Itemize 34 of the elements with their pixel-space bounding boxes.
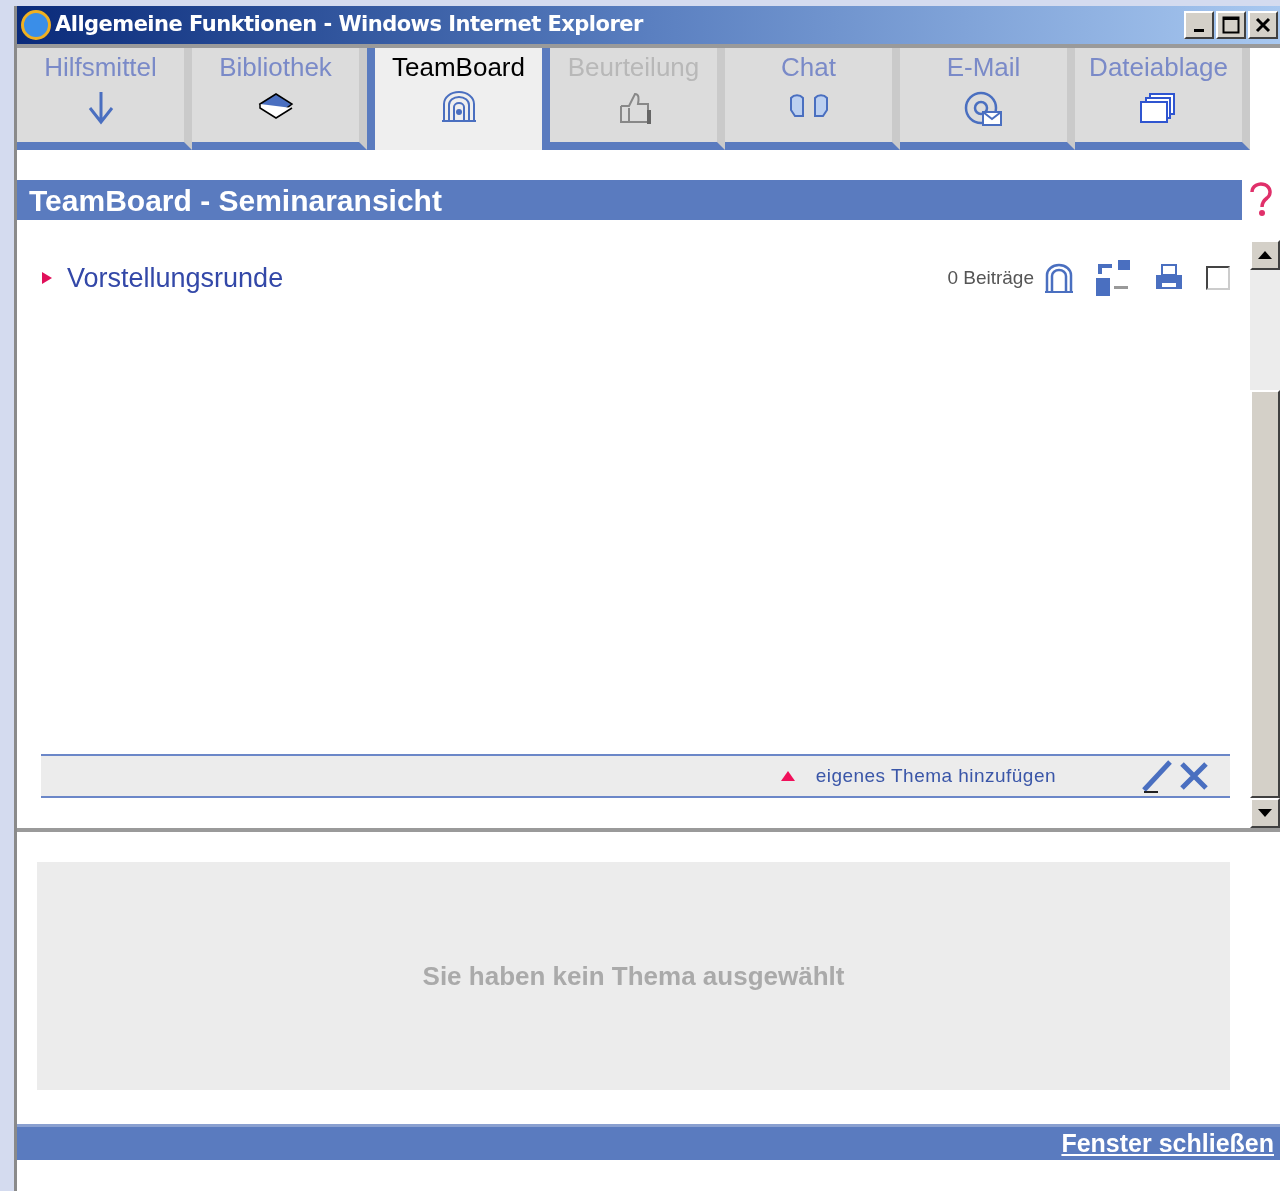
tab[interactable]: Bibliothek — [192, 48, 367, 150]
maximize-icon — [1222, 16, 1240, 34]
topic-checkbox[interactable] — [1206, 266, 1230, 290]
podium-icon[interactable] — [1044, 263, 1074, 293]
scroll-down-button[interactable] — [1250, 798, 1280, 828]
tab[interactable]: TeamBoard — [367, 48, 550, 150]
tab[interactable]: Dateiablage — [1075, 48, 1250, 150]
podium-icon — [439, 90, 478, 122]
expand-arrow-icon[interactable] — [41, 271, 53, 285]
up-arrow-icon — [1258, 251, 1272, 259]
empty-message: Sie haben kein Thema ausgewählt — [422, 959, 845, 993]
minimize-button[interactable] — [1184, 11, 1214, 39]
tab[interactable]: Chat — [725, 48, 900, 150]
close-icon — [1255, 17, 1271, 33]
tab[interactable]: E-Mail — [900, 48, 1075, 150]
triangle-up-icon[interactable] — [779, 770, 796, 782]
cross-icon[interactable] — [1178, 760, 1210, 792]
tab[interactable]: Hilfsmittel — [17, 48, 192, 150]
down-arrow-icon — [1258, 809, 1272, 817]
scroll-thumb[interactable] — [1250, 390, 1280, 798]
window-title: Allgemeine Funktionen - Windows Internet Explorer — [55, 11, 643, 39]
pencil-icon[interactable] — [1140, 758, 1174, 794]
minimize-icon — [1194, 28, 1204, 32]
add-topic-link[interactable]: eigenes Thema hinzufügen — [815, 761, 1056, 791]
close-window-link[interactable]: Fenster schließen — [1061, 1124, 1274, 1163]
close-button[interactable] — [1248, 11, 1278, 39]
post-count: 0 Beiträge — [947, 265, 1034, 290]
scroll-up-button[interactable] — [1250, 240, 1280, 270]
header-title: TeamBoard - Seminaransicht — [29, 182, 442, 219]
maximize-button[interactable] — [1216, 11, 1246, 39]
scrollbar[interactable] — [1250, 240, 1280, 828]
at-sign-envelope-icon — [962, 90, 1005, 128]
topic-link[interactable]: Vorstellungsrunde — [67, 257, 284, 299]
book-icon — [257, 90, 294, 120]
